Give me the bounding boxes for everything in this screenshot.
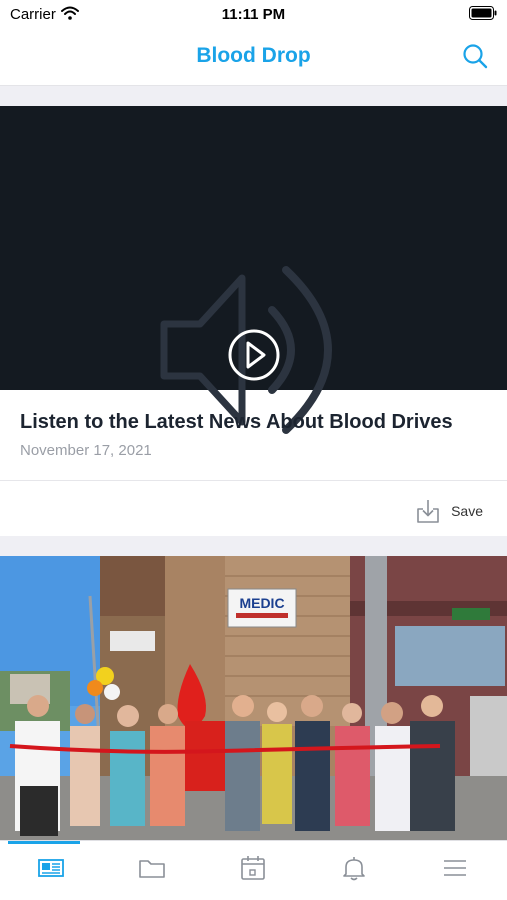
ribbon-cutting-photo[interactable]: MEDIC <box>0 556 507 840</box>
article-title[interactable]: Listen to the Latest News About Blood Dr… <box>20 411 453 434</box>
tab-bar <box>0 840 507 900</box>
folder-icon <box>139 860 165 878</box>
tab-menu[interactable] <box>404 841 505 900</box>
play-icon[interactable] <box>226 327 282 383</box>
tab-calendar[interactable] <box>202 841 303 900</box>
save-label: Save <box>451 503 483 519</box>
page-title: Blood Drop <box>196 44 311 67</box>
save-button[interactable]: Save <box>415 497 483 525</box>
download-icon <box>417 500 439 523</box>
battery-icon <box>469 6 497 20</box>
newspaper-icon <box>38 859 64 877</box>
divider <box>0 480 507 481</box>
navigation-bar: Blood Drop <box>0 28 507 86</box>
article-date: November 17, 2021 <box>20 442 152 459</box>
calendar-icon <box>241 856 265 880</box>
menu-icon <box>444 860 466 876</box>
bell-icon <box>343 857 365 881</box>
status-time: 11:11 PM <box>221 6 286 23</box>
sign-text: MEDIC <box>239 595 284 611</box>
search-icon[interactable] <box>461 42 489 70</box>
feed-item-audio[interactable]: Listen to the Latest News About Blood Dr… <box>0 106 507 536</box>
tab-folder[interactable] <box>101 841 202 900</box>
audio-player[interactable] <box>0 106 507 434</box>
tab-news[interactable] <box>0 841 101 900</box>
tab-notifications[interactable] <box>303 841 404 900</box>
feed-item-photo[interactable]: MEDIC <box>0 556 507 840</box>
status-bar: Carrier 11:11 PM <box>0 0 507 28</box>
